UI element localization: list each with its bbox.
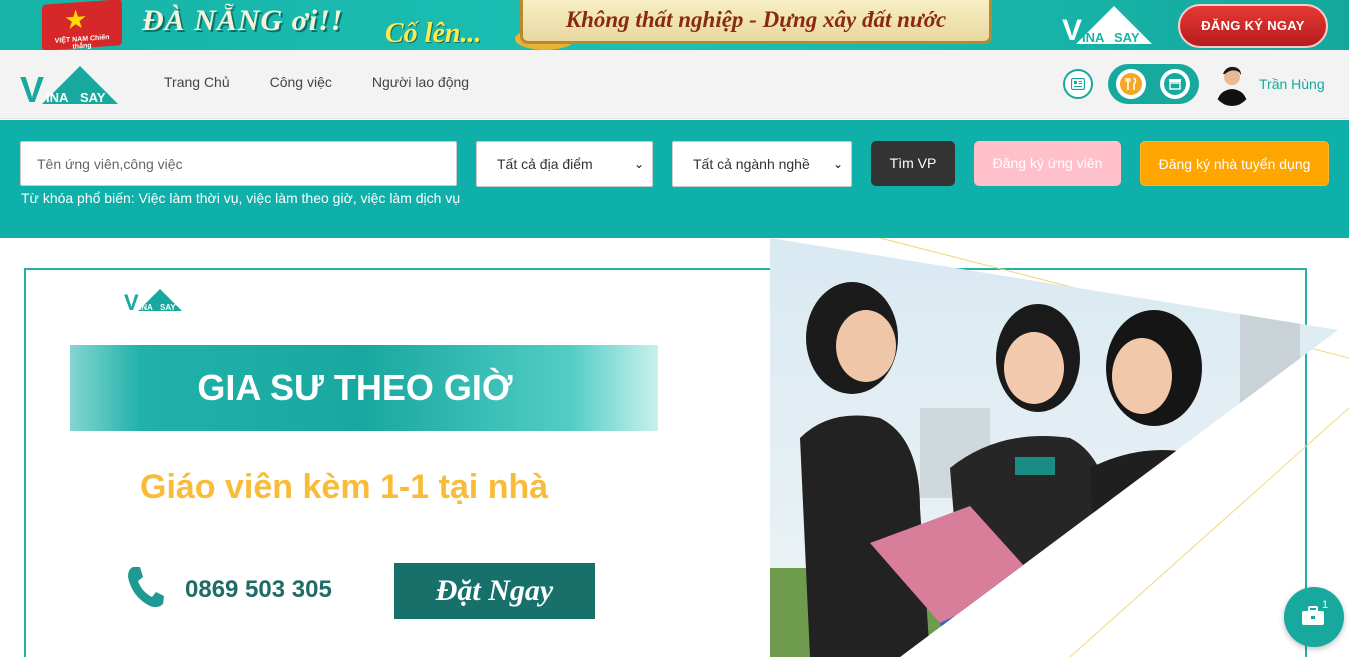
promo-slogan-scroll: Không thất nghiệp - Dựng xây đất nước bbox=[520, 0, 992, 44]
vinasay-logo: V INA SAY bbox=[1062, 6, 1152, 46]
jobs-fab-button[interactable]: 1 bbox=[1284, 587, 1344, 647]
avatar[interactable] bbox=[1212, 62, 1252, 106]
chevron-down-icon: ⌄ bbox=[633, 157, 644, 171]
service-toggle bbox=[1108, 64, 1199, 104]
svg-text:INA: INA bbox=[46, 90, 69, 105]
svg-text:INA: INA bbox=[139, 303, 153, 312]
register-candidate-button[interactable]: Đăng ký ứng viên bbox=[974, 141, 1121, 186]
location-select[interactable]: Tất cả địa điểm ⌄ bbox=[476, 141, 653, 187]
news-button[interactable] bbox=[1063, 69, 1093, 99]
navbar: V INA SAY Trang Chủ Công việc Người lao … bbox=[0, 50, 1349, 119]
search-button[interactable]: Tìm VP bbox=[871, 141, 955, 186]
svg-text:INA: INA bbox=[1082, 30, 1105, 45]
svg-text:V: V bbox=[20, 69, 44, 106]
promo-register-button[interactable]: ĐĂNG KÝ NGAY bbox=[1178, 4, 1328, 48]
fab-badge: 1 bbox=[1322, 599, 1329, 611]
hero-subtitle: Giáo viên kèm 1-1 tại nhà bbox=[140, 468, 549, 506]
promo-slogan: Không thất nghiệp - Dựng xây đất nước bbox=[565, 7, 947, 32]
promo-banner[interactable]: ★ VIỆT NAM Chiến thắng ĐÀ NẴNG ơi!! Cố l… bbox=[0, 0, 1349, 50]
hero-banner[interactable]: V INA SAY GIA SƯ THEO GIỜ Giáo viên kèm … bbox=[0, 238, 1349, 657]
chevron-down-icon: ⌄ bbox=[832, 157, 843, 171]
popular-keywords: Từ khóa phổ biến: Việc làm thời vụ, việc… bbox=[21, 190, 461, 206]
hero-logo: V INA SAY bbox=[124, 289, 182, 312]
students-photo bbox=[770, 238, 1349, 657]
search-input[interactable] bbox=[20, 141, 457, 186]
vietnam-flag-icon: ★ VIỆT NAM Chiến thắng bbox=[42, 0, 122, 50]
svg-text:SAY: SAY bbox=[80, 90, 106, 105]
food-button[interactable] bbox=[1116, 69, 1146, 99]
food-icon bbox=[1125, 77, 1137, 90]
promo-cheer: Cố lên... bbox=[385, 18, 482, 49]
site-logo[interactable]: V INA SAY bbox=[20, 64, 120, 106]
svg-text:V: V bbox=[124, 290, 139, 312]
hero-title: GIA SƯ THEO GIỜ bbox=[197, 367, 513, 408]
store-button[interactable] bbox=[1160, 69, 1190, 99]
store-icon bbox=[1169, 79, 1181, 90]
phone-icon bbox=[128, 567, 164, 608]
nav-item-home[interactable]: Trang Chủ bbox=[164, 74, 230, 90]
nav-item-jobs[interactable]: Công việc bbox=[270, 74, 332, 90]
nav-item-workers[interactable]: Người lao động bbox=[372, 74, 469, 90]
flag-caption: VIỆT NAM Chiến thắng bbox=[54, 34, 110, 50]
book-now-button[interactable]: Đặt Ngay bbox=[394, 563, 595, 619]
promo-headline: ĐÀ NẴNG ơi!! bbox=[142, 4, 344, 37]
newspaper-icon bbox=[1071, 78, 1085, 90]
register-employer-button[interactable]: Đăng ký nhà tuyển dụng bbox=[1140, 141, 1329, 186]
search-section: Tất cả địa điểm ⌄ Tất cả ngành nghề ⌄ Tì… bbox=[0, 120, 1349, 238]
svg-text:V: V bbox=[1062, 14, 1082, 46]
location-select-value: Tất cả địa điểm bbox=[497, 156, 593, 172]
main-menu: Trang Chủ Công việc Người lao động bbox=[164, 74, 469, 90]
category-select-value: Tất cả ngành nghề bbox=[693, 156, 810, 172]
category-select[interactable]: Tất cả ngành nghề ⌄ bbox=[672, 141, 852, 187]
user-name[interactable]: Trần Hùng bbox=[1259, 76, 1325, 92]
svg-text:SAY: SAY bbox=[1114, 30, 1140, 45]
svg-text:SAY: SAY bbox=[160, 303, 176, 312]
hero-phone[interactable]: 0869 503 305 bbox=[185, 576, 332, 604]
